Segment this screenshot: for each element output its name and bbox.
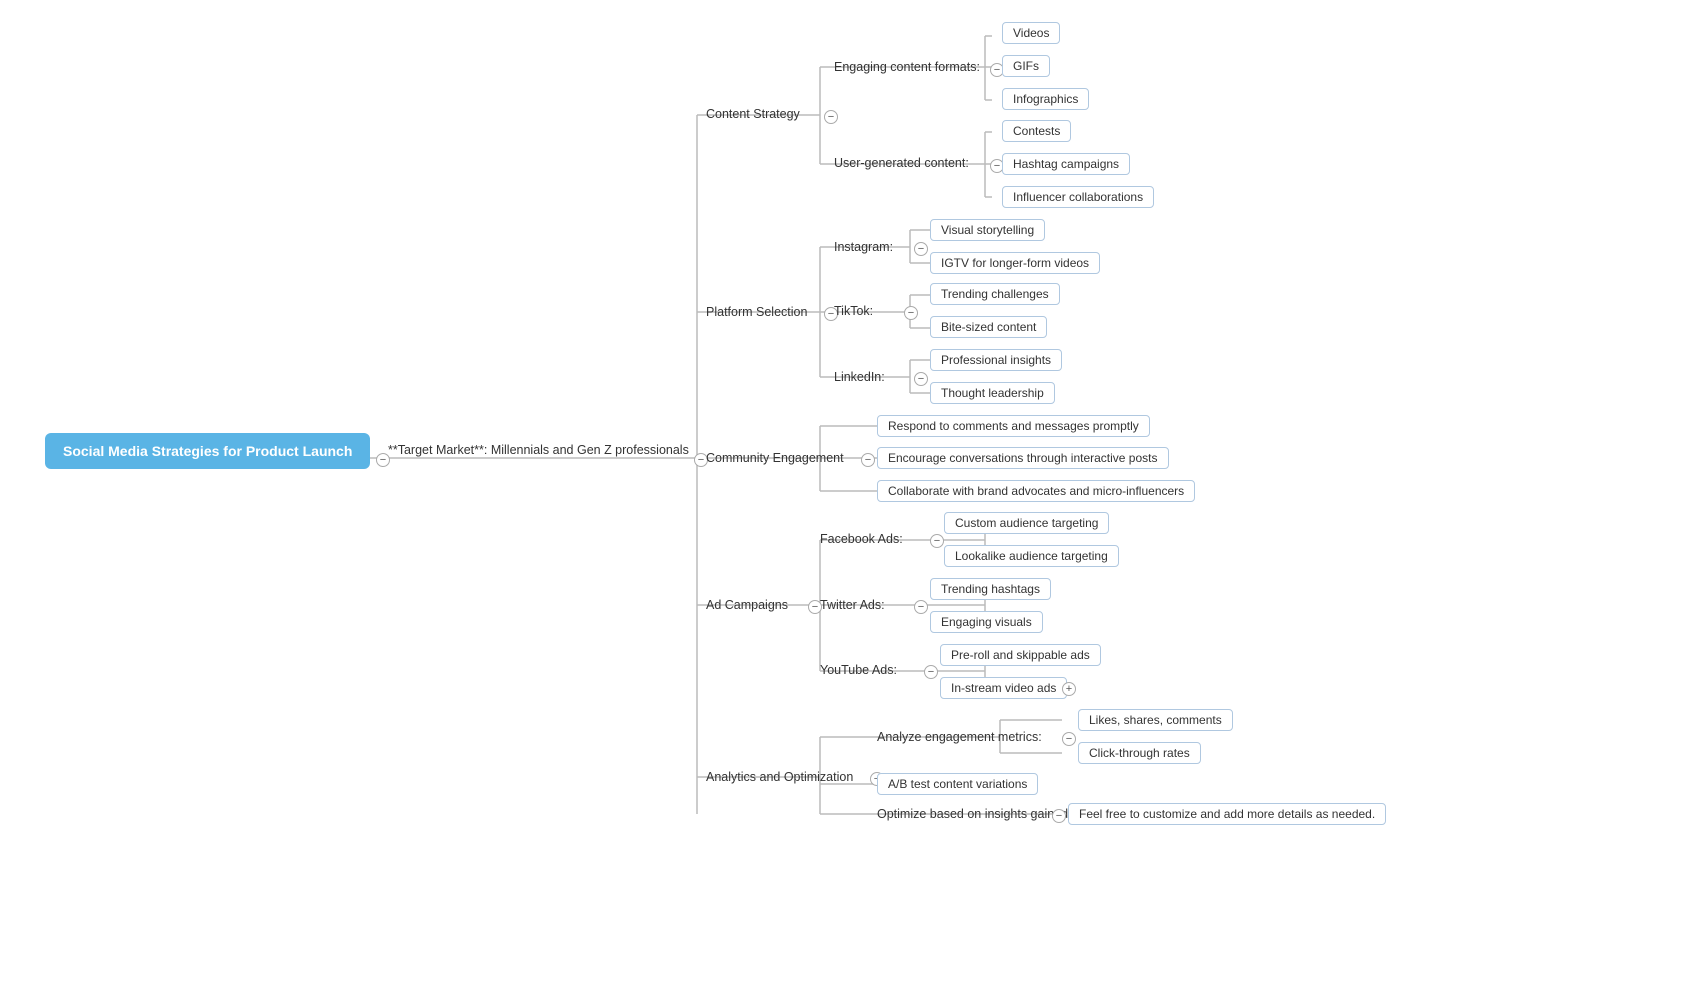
leaf-trending-challenges: Trending challenges	[930, 286, 1060, 301]
facebook-ads-label: Facebook Ads:	[820, 532, 903, 546]
instagram-collapse[interactable]: −	[910, 240, 932, 256]
linkedin-label: LinkedIn:	[834, 370, 885, 384]
leaf-click-through: Click-through rates	[1078, 745, 1201, 760]
twitter-ads-label: Twitter Ads:	[820, 598, 885, 612]
optimize-label: Optimize based on insights gained	[877, 807, 1068, 821]
leaf-contests: Contests	[1002, 123, 1071, 138]
leaf-engaging-visuals: Engaging visuals	[930, 614, 1043, 629]
optimize-collapse[interactable]: −	[1048, 807, 1070, 823]
leaf-gifs: GIFs	[1002, 58, 1050, 73]
root-label: Social Media Strategies for Product Laun…	[63, 443, 352, 459]
target-market-text: **Target Market**: Millennials and Gen Z…	[388, 443, 689, 457]
twitter-ads-collapse[interactable]: −	[910, 598, 932, 614]
leaf-respond-comments: Respond to comments and messages promptl…	[877, 418, 1150, 433]
leaf-ab-test: A/B test content variations	[877, 776, 1038, 791]
engagement-metrics-label: Analyze engagement metrics:	[877, 730, 1042, 744]
community-engagement-label: Community Engagement	[706, 451, 844, 465]
leaf-encourage-conversations: Encourage conversations through interact…	[877, 450, 1169, 465]
instagram-label: Instagram:	[834, 240, 893, 254]
platform-selection-label: Platform Selection	[706, 305, 807, 319]
leaf-igtv: IGTV for longer-form videos	[930, 255, 1100, 270]
leaf-instream-ads: In-stream video ads	[940, 680, 1067, 695]
instream-expand-icon[interactable]: +	[1058, 680, 1080, 696]
leaf-hashtag-campaigns: Hashtag campaigns	[1002, 156, 1130, 171]
leaf-visual-storytelling: Visual storytelling	[930, 222, 1045, 237]
leaf-professional-insights: Professional insights	[930, 352, 1062, 367]
leaf-infographics: Infographics	[1002, 91, 1089, 106]
connector-lines	[0, 0, 1689, 993]
leaf-likes-shares: Likes, shares, comments	[1078, 712, 1233, 727]
leaf-feel-free: Feel free to customize and add more deta…	[1068, 806, 1386, 821]
leaf-influencer-collab: Influencer collaborations	[1002, 189, 1154, 204]
engagement-metrics-collapse[interactable]: −	[1058, 730, 1080, 746]
root-node[interactable]: Social Media Strategies for Product Laun…	[45, 433, 370, 469]
leaf-trending-hashtags: Trending hashtags	[930, 581, 1051, 596]
content-strategy-text: Content Strategy	[706, 107, 800, 121]
linkedin-collapse[interactable]: −	[910, 370, 932, 386]
analytics-label: Analytics and Optimization	[706, 770, 853, 784]
ad-campaigns-label: Ad Campaigns	[706, 598, 788, 612]
leaf-brand-advocates: Collaborate with brand advocates and mic…	[877, 483, 1195, 498]
leaf-videos: Videos	[1002, 25, 1060, 40]
leaf-lookalike-audience: Lookalike audience targeting	[944, 548, 1119, 563]
engaging-formats-label: Engaging content formats:	[834, 60, 980, 74]
mindmap-canvas: Social Media Strategies for Product Laun…	[0, 0, 1689, 993]
target-market-label: **Target Market**: Millennials and Gen Z…	[388, 443, 689, 457]
leaf-custom-audience: Custom audience targeting	[944, 515, 1109, 530]
youtube-ads-label: YouTube Ads:	[820, 663, 897, 677]
youtube-ads-collapse[interactable]: −	[920, 663, 942, 679]
ugc-label: User-generated content:	[834, 156, 969, 170]
leaf-thought-leadership: Thought leadership	[930, 385, 1055, 400]
content-strategy-collapse[interactable]: −	[820, 108, 842, 124]
leaf-preroll-ads: Pre-roll and skippable ads	[940, 647, 1101, 662]
tiktok-label: TikTok:	[834, 304, 873, 318]
tiktok-collapse[interactable]: −	[900, 304, 922, 320]
community-engagement-collapse[interactable]: −	[857, 451, 879, 467]
leaf-bite-sized: Bite-sized content	[930, 319, 1047, 334]
content-strategy-label: Content Strategy	[706, 107, 800, 121]
